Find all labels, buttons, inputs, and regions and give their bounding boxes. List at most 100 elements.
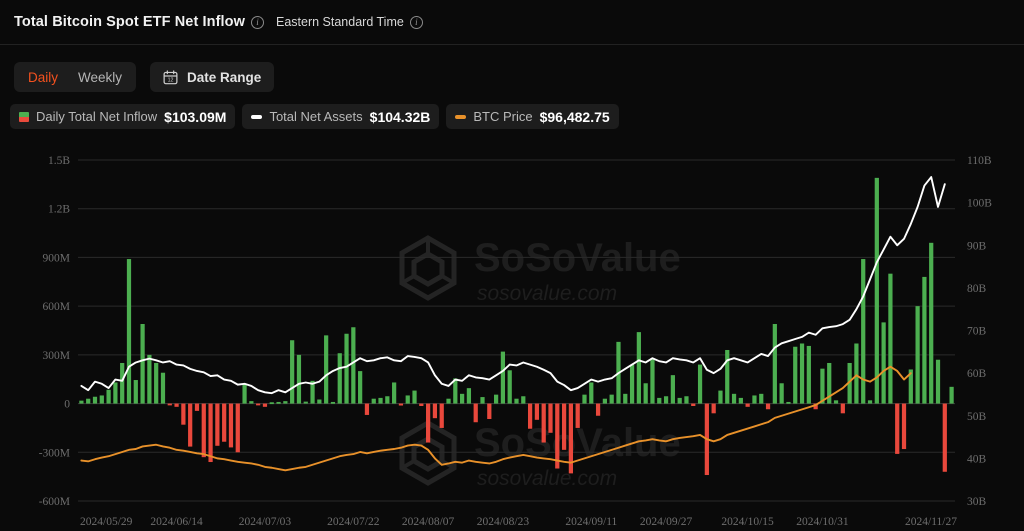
bar[interactable] [820,368,825,404]
bar[interactable] [861,259,866,404]
bar[interactable] [595,403,601,416]
bar[interactable] [133,380,138,404]
bar[interactable] [731,393,737,404]
legend-item-btc-price[interactable]: BTC Price $96,482.75 [446,104,619,129]
bar[interactable] [738,397,743,404]
bar[interactable] [555,403,560,469]
legend-item-daily-net-inflow[interactable]: Daily Total Net Inflow $103.09M [10,104,236,129]
bar[interactable] [527,403,533,429]
bar[interactable] [623,393,628,404]
bar[interactable] [181,403,186,425]
bar[interactable] [160,372,166,404]
bar[interactable] [487,403,492,419]
bar[interactable] [92,396,98,404]
bar[interactable] [922,276,927,404]
bar[interactable] [915,306,920,404]
bar[interactable] [602,398,607,404]
bar[interactable] [290,340,295,404]
date-range-button[interactable]: 12 Date Range [150,62,275,92]
bar[interactable] [786,401,791,404]
bar[interactable] [405,395,410,404]
bar[interactable] [772,324,777,404]
bar[interactable] [582,394,587,404]
bar[interactable] [324,335,329,404]
bar[interactable] [466,388,472,404]
bar[interactable] [269,402,274,405]
bar[interactable] [888,273,893,404]
bar[interactable] [663,396,669,404]
bar[interactable] [412,390,417,404]
bar[interactable] [480,397,485,404]
bar[interactable] [806,345,811,404]
bar[interactable] [317,399,322,404]
bar[interactable] [874,177,879,404]
bar[interactable] [330,401,336,404]
bar[interactable] [439,403,444,428]
bar[interactable] [215,403,220,446]
bar[interactable] [929,242,934,404]
bar[interactable] [942,403,947,472]
bar[interactable] [561,403,567,450]
bar[interactable] [650,358,655,404]
bar[interactable] [460,393,465,404]
bar[interactable] [779,383,784,404]
bar[interactable] [541,403,546,443]
bar[interactable] [106,389,111,404]
bar[interactable] [935,359,941,404]
bar[interactable] [385,396,390,404]
bar[interactable] [901,403,907,450]
bar[interactable] [514,398,519,404]
bar[interactable] [494,394,499,404]
bar[interactable] [677,397,682,404]
bar[interactable] [548,403,553,433]
bar[interactable] [147,354,152,404]
bar[interactable] [201,403,206,458]
bar[interactable] [765,403,771,410]
bar[interactable] [378,397,383,404]
legend-item-total-net-assets[interactable]: Total Net Assets $104.32B [242,104,440,129]
bar[interactable] [174,403,179,407]
bar[interactable] [507,370,512,404]
bar[interactable] [711,403,716,414]
timezone-info-icon[interactable]: i [409,15,423,29]
bar[interactable] [432,403,438,419]
bar[interactable] [589,382,594,404]
bar[interactable] [222,403,227,442]
bar[interactable] [867,400,873,404]
bar[interactable] [949,386,954,404]
bar[interactable] [833,400,839,404]
bar[interactable] [154,362,159,404]
bar[interactable] [364,403,370,415]
bar[interactable] [799,343,805,404]
bar[interactable] [473,403,478,423]
bar[interactable] [86,398,91,404]
bar[interactable] [99,395,104,404]
bar[interactable] [636,332,641,404]
bar[interactable] [351,327,356,404]
bar[interactable] [120,362,125,404]
bar[interactable] [895,403,900,454]
bar[interactable] [398,403,404,406]
bar[interactable] [609,394,614,404]
bar[interactable] [208,403,213,463]
bar[interactable] [881,322,886,404]
bar[interactable] [446,398,451,404]
bar[interactable] [643,383,648,404]
bar[interactable] [697,364,703,404]
bar[interactable] [337,353,342,404]
bar[interactable] [303,401,308,404]
bar[interactable] [256,403,261,406]
bar[interactable] [242,384,247,404]
bar[interactable] [235,403,240,453]
chart-canvas[interactable]: SoSoValuesosovalue.comSoSoValuesosovalue… [0,140,1024,531]
bar[interactable] [534,403,540,420]
bar[interactable] [262,403,268,407]
bar[interactable] [344,333,349,404]
bar[interactable] [296,354,302,404]
bar[interactable] [793,346,798,404]
bar[interactable] [854,343,859,404]
bar[interactable] [521,396,526,404]
granularity-option-daily[interactable]: Daily [18,65,68,89]
bar[interactable] [426,403,431,443]
bar[interactable] [167,403,172,406]
